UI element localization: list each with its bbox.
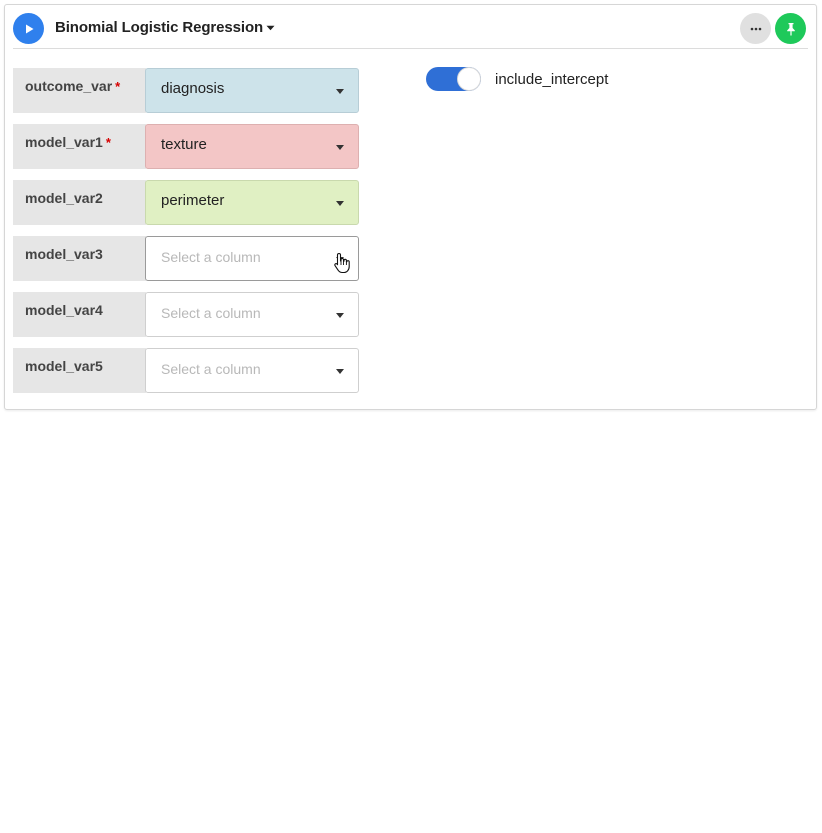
pin-button[interactable]	[775, 13, 806, 44]
caret-down-icon	[336, 145, 344, 150]
select-placeholder: Select a column	[161, 249, 261, 265]
binomial-logistic-regression-block: Binomial Logistic Regression outcome_var…	[4, 4, 817, 410]
caret-down-icon	[336, 313, 344, 318]
block-menu-button[interactable]	[740, 13, 771, 44]
model-var5-select[interactable]: Select a column	[145, 348, 359, 393]
field-label-text: model_var2	[25, 190, 103, 206]
toggle-knob	[457, 67, 481, 91]
required-marker: *	[115, 79, 121, 94]
field-label-text: model_var5	[25, 358, 103, 374]
ellipsis-icon	[750, 27, 761, 30]
field-label: model_var5	[13, 348, 146, 393]
select-placeholder: Select a column	[161, 361, 261, 377]
field-row-model-var3: model_var3 Select a column	[13, 236, 359, 281]
field-label-text: outcome_var	[25, 78, 113, 94]
selected-value: perimeter	[161, 192, 225, 209]
field-row-outcome-var: outcome_var * diagnosis	[13, 68, 359, 113]
model-var4-select[interactable]: Select a column	[145, 292, 359, 337]
caret-down-icon	[266, 25, 275, 30]
field-label: outcome_var *	[13, 68, 146, 113]
selected-value: diagnosis	[161, 80, 225, 97]
model-var1-select[interactable]: texture	[145, 124, 359, 169]
field-row-model-var5: model_var5 Select a column	[13, 348, 359, 393]
field-label-text: model_var4	[25, 302, 103, 318]
include-intercept-toggle[interactable]	[426, 67, 481, 91]
block-title-dropdown[interactable]: Binomial Logistic Regression	[55, 19, 275, 36]
outcome-var-select[interactable]: diagnosis	[145, 68, 359, 113]
field-label: model_var2	[13, 180, 146, 225]
select-placeholder: Select a column	[161, 305, 261, 321]
caret-down-icon	[336, 201, 344, 206]
block-title: Binomial Logistic Regression	[55, 19, 264, 36]
include-intercept-setting: include_intercept	[426, 67, 608, 91]
field-label-text: model_var1	[25, 134, 103, 150]
field-label: model_var1 *	[13, 124, 146, 169]
field-label: model_var4	[13, 292, 146, 337]
required-marker: *	[105, 135, 111, 150]
field-row-model-var4: model_var4 Select a column	[13, 292, 359, 337]
caret-down-icon	[336, 89, 344, 94]
selected-value: texture	[161, 136, 207, 153]
pin-icon	[786, 22, 795, 36]
caret-down-icon	[336, 369, 344, 374]
field-row-model-var1: model_var1 * texture	[13, 124, 359, 169]
block-header: Binomial Logistic Regression	[13, 13, 808, 49]
run-button[interactable]	[13, 13, 44, 44]
field-label-text: model_var3	[25, 246, 103, 262]
play-icon	[25, 24, 33, 33]
hand-pointer-icon	[334, 252, 350, 274]
toggle-label: include_intercept	[495, 70, 609, 88]
field-row-model-var2: model_var2 perimeter	[13, 180, 359, 225]
model-var2-select[interactable]: perimeter	[145, 180, 359, 225]
field-label: model_var3	[13, 236, 146, 281]
model-var3-select[interactable]: Select a column	[145, 236, 359, 281]
